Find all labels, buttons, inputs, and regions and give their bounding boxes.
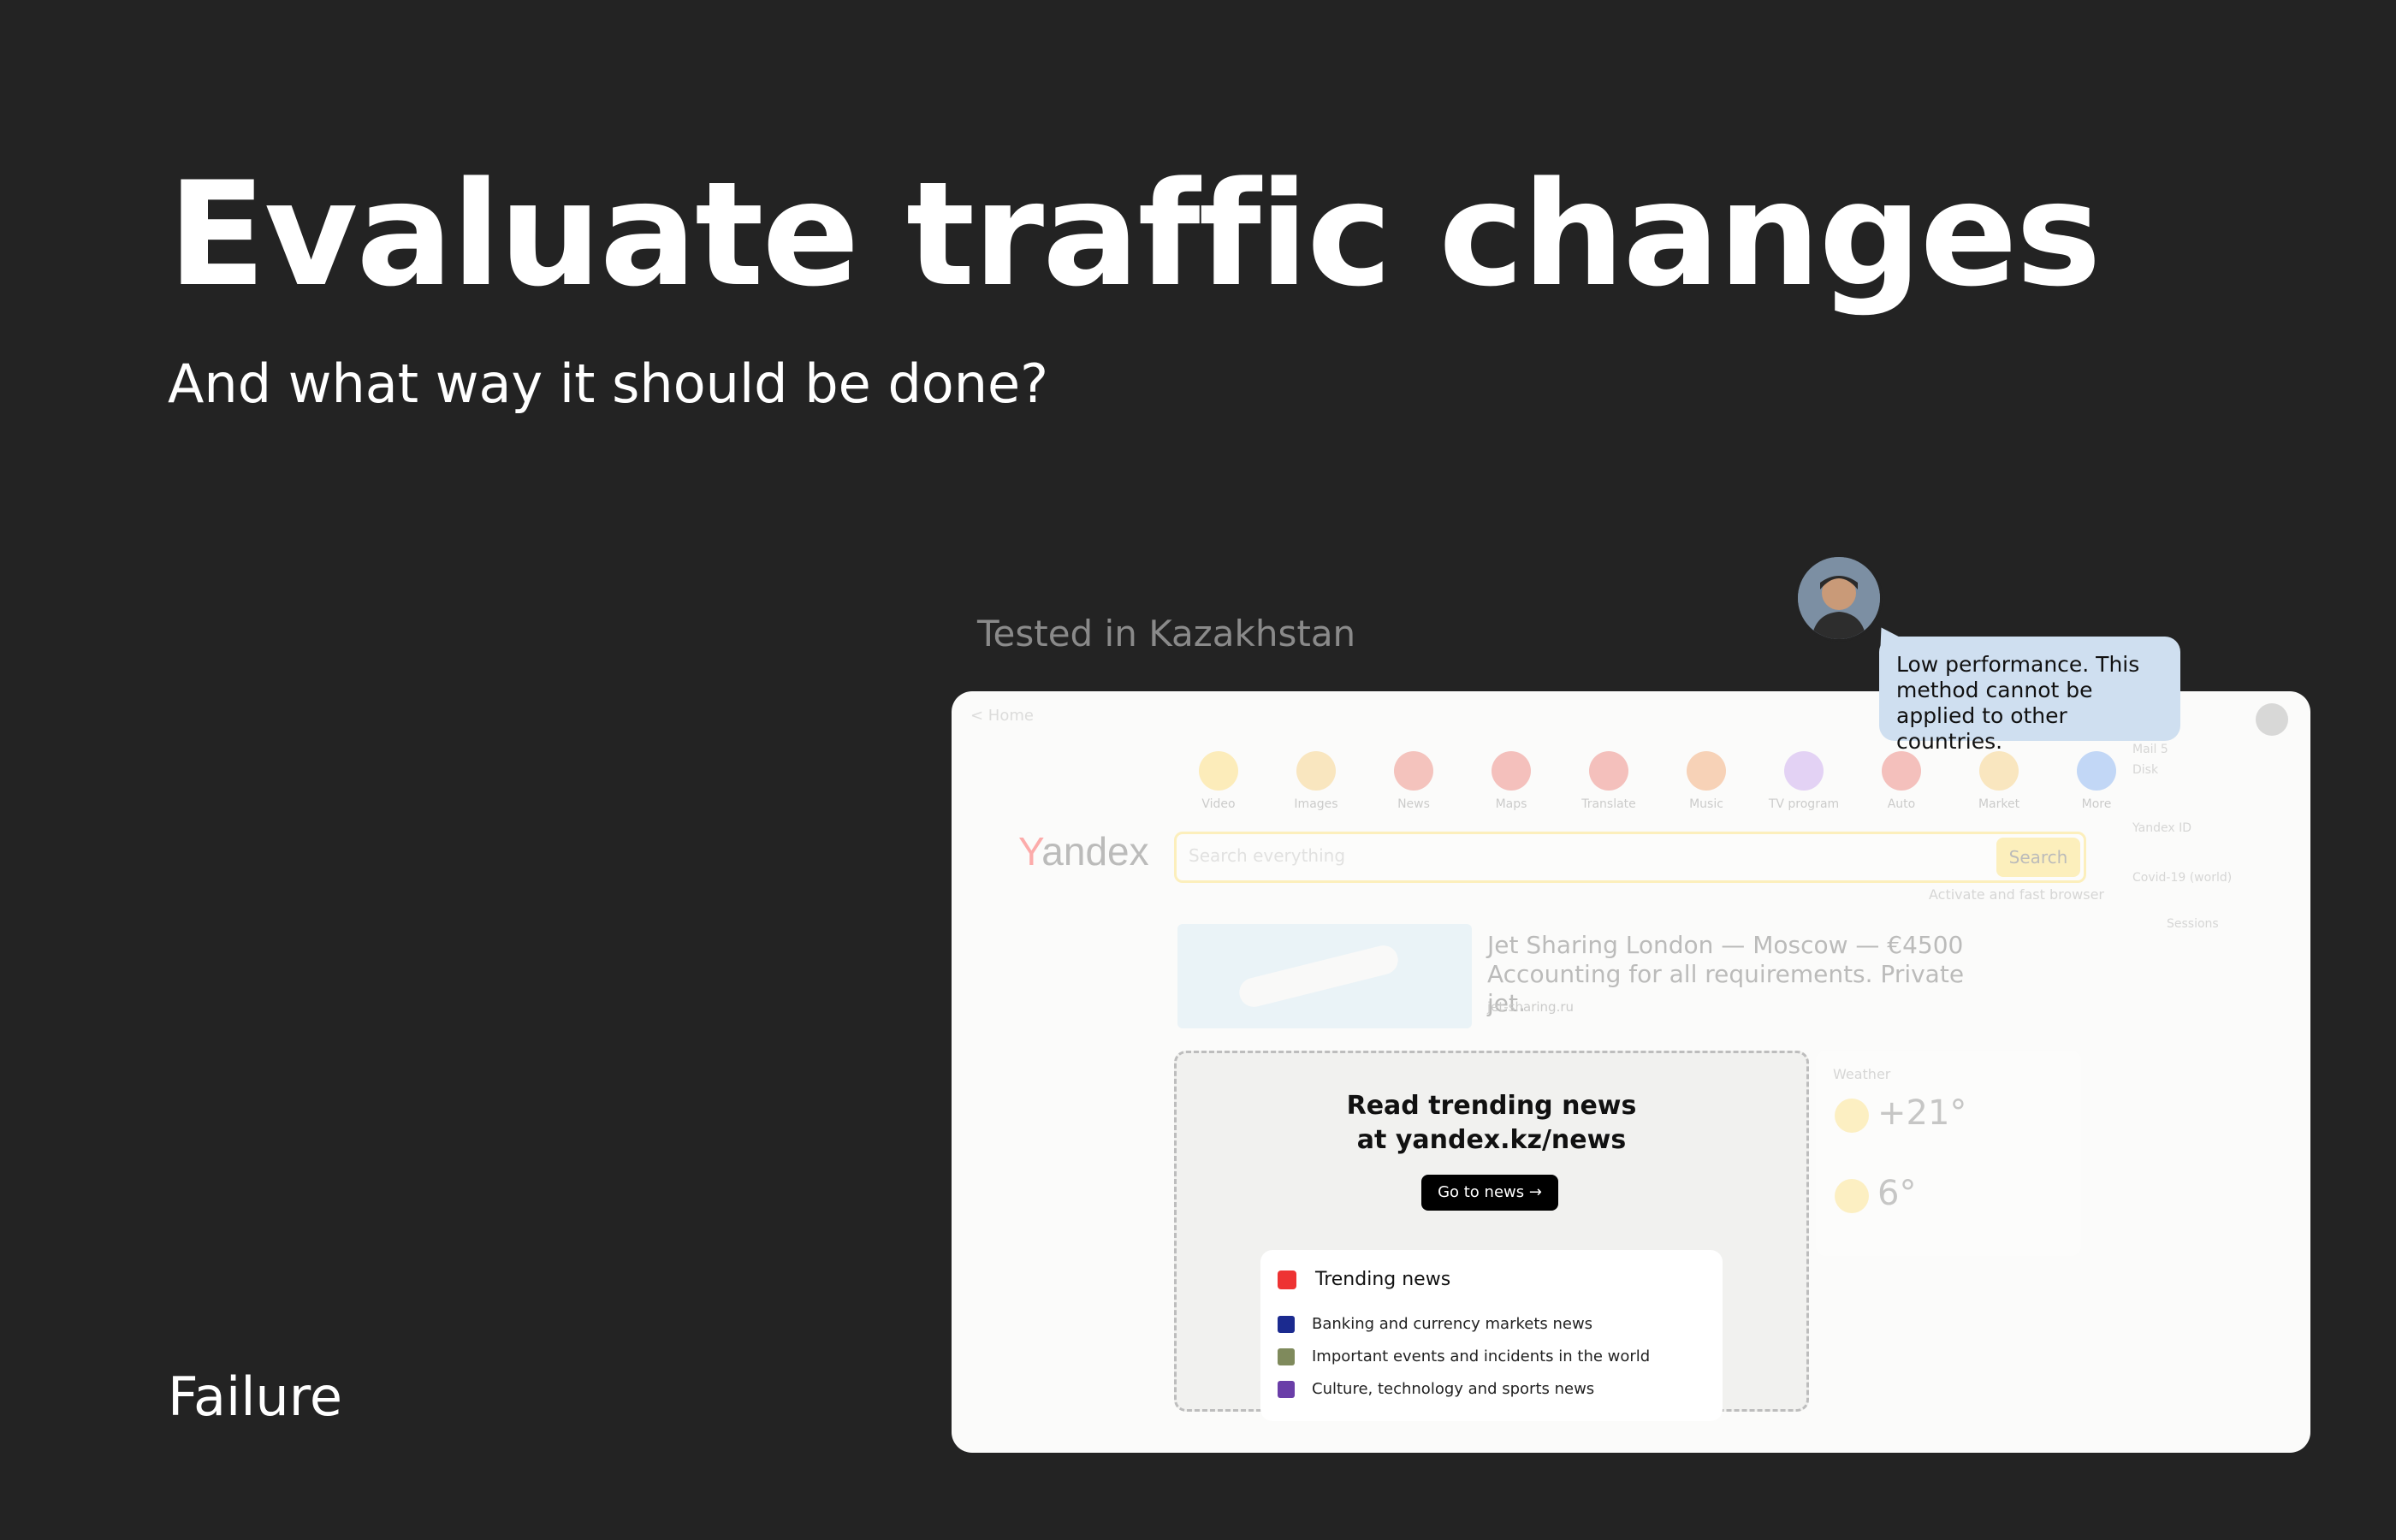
tv-icon — [1784, 751, 1824, 791]
weather-icon — [1835, 1099, 1869, 1133]
logo-letter: Y — [1018, 829, 1042, 874]
service-translate[interactable]: Translate — [1566, 751, 1652, 811]
translate-icon — [1589, 751, 1628, 791]
news-item-text: Important events and incidents in the wo… — [1312, 1348, 1651, 1365]
ad-source: jet-sharing.ru — [1487, 999, 1575, 1015]
image-icon — [1296, 751, 1336, 791]
service-label: Images — [1294, 797, 1338, 811]
news-promo-line: at yandex.kz/news — [1356, 1125, 1627, 1155]
service-label: Maps — [1495, 797, 1527, 811]
service-label: Market — [1978, 797, 2020, 811]
service-label: TV program — [1768, 797, 1840, 811]
comment-bubble: Low performance. This method cannot be a… — [1879, 637, 2180, 754]
service-label: Video — [1201, 797, 1236, 811]
news-promo-heading: Read trending news at yandex.kz/news — [1177, 1089, 1806, 1158]
car-icon — [1882, 751, 1921, 791]
result-label: Failure — [168, 1365, 342, 1428]
rail-sessions[interactable]: Sessions — [2167, 917, 2219, 931]
news-promo-block: Read trending news at yandex.kz/news Go … — [1174, 1051, 1809, 1421]
logo-text: andex — [1041, 829, 1149, 874]
plane-illustration — [1236, 942, 1402, 1010]
service-tv[interactable]: TV program — [1761, 751, 1847, 811]
weather-icon — [1835, 1179, 1869, 1213]
service-music[interactable]: Music — [1664, 751, 1749, 811]
news-item-text: Banking and currency markets news — [1312, 1315, 1593, 1333]
slide-subtitle: And what way it should be done? — [168, 352, 1049, 415]
rail-covid[interactable]: Covid-19 (world) — [2132, 871, 2232, 885]
news-item-text: Culture, technology and sports news — [1312, 1380, 1595, 1398]
finance-icon — [1278, 1316, 1295, 1333]
service-auto[interactable]: Auto — [1859, 751, 1944, 811]
yandex-homepage-screenshot: < Home Video Images News Maps Translate … — [952, 691, 2310, 1453]
test-caption: Tested in Kazakhstan — [977, 613, 1356, 654]
person-icon — [1798, 557, 1880, 639]
service-label: Translate — [1581, 797, 1636, 811]
trending-news-title: Trending news — [1315, 1269, 1451, 1290]
culture-icon — [1278, 1381, 1295, 1398]
news-icon — [1394, 751, 1433, 791]
news-icon — [1278, 1270, 1296, 1289]
services-bar: Video Images News Maps Translate Music T… — [1176, 751, 2151, 828]
news-promo-line: Read trending news — [1346, 1091, 1637, 1121]
service-images[interactable]: Images — [1273, 751, 1359, 811]
home-link[interactable]: < Home — [970, 707, 1034, 725]
temperature-other: 6° — [1877, 1174, 1917, 1213]
yandex-logo[interactable]: Yandex — [1018, 828, 1149, 874]
rail-id[interactable]: Yandex ID — [2132, 821, 2191, 835]
service-label: Auto — [1887, 797, 1916, 811]
browser-promo-link[interactable]: Activate and fast browser — [1929, 886, 2104, 903]
slide-title: Evaluate traffic changes — [168, 151, 2102, 318]
commenter-avatar — [1795, 554, 1883, 642]
search-bar: Search everything Search — [1174, 832, 2086, 883]
ad-image[interactable] — [1177, 924, 1472, 1028]
temperature-now: +21° — [1877, 1093, 1967, 1133]
world-icon — [1278, 1348, 1295, 1365]
pin-icon — [1492, 751, 1531, 791]
music-icon — [1687, 751, 1726, 791]
service-label: Music — [1689, 797, 1723, 811]
rail-mail[interactable]: Mail 5 — [2132, 743, 2168, 756]
play-icon — [1199, 751, 1238, 791]
go-to-news-button[interactable]: Go to news → — [1421, 1175, 1558, 1211]
news-item[interactable]: Banking and currency markets news — [1278, 1315, 1592, 1333]
grid-icon — [2077, 751, 2116, 791]
service-maps[interactable]: Maps — [1468, 751, 1554, 811]
search-input[interactable]: Search everything — [1189, 845, 1345, 866]
service-label: News — [1397, 797, 1430, 811]
news-item[interactable]: Important events and incidents in the wo… — [1278, 1348, 1650, 1365]
service-market[interactable]: Market — [1956, 751, 2042, 811]
weather-widget[interactable]: Weather +21° 6° — [1816, 1051, 2081, 1256]
search-button[interactable]: Search — [1996, 838, 2080, 877]
news-item[interactable]: Culture, technology and sports news — [1278, 1380, 1594, 1398]
rail-disk[interactable]: Disk — [2132, 763, 2158, 777]
service-news[interactable]: News — [1371, 751, 1456, 811]
trending-news-card: Trending news Banking and currency marke… — [1260, 1250, 1723, 1421]
avatar[interactable] — [2256, 703, 2288, 736]
right-rail: Mail 5 Disk Yandex ID Covid-19 (world) S… — [2124, 743, 2295, 965]
market-icon — [1979, 751, 2019, 791]
weather-title: Weather — [1833, 1066, 1891, 1082]
service-video[interactable]: Video — [1176, 751, 1261, 811]
